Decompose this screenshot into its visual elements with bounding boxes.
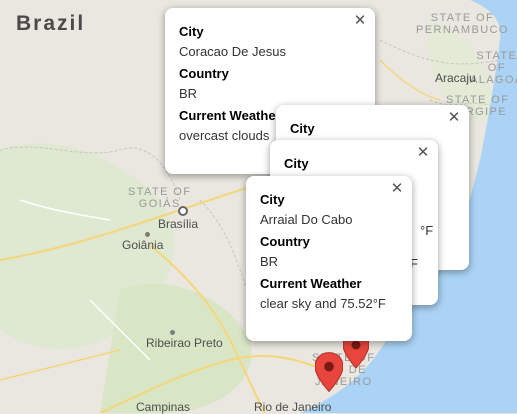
close-icon[interactable]: ✕ [390,181,404,196]
close-icon[interactable]: ✕ [353,13,367,28]
city-dot-ribeirao-preto [170,330,175,335]
close-icon[interactable]: ✕ [447,110,461,125]
city-label-rio-de-janeiro: Rio de Janeiro [254,400,332,414]
city-value: Coracao De Jesus [179,44,286,59]
map-marker-pin[interactable] [315,352,343,392]
country-value: BR [260,254,279,269]
city-heading: City [284,156,309,171]
city-heading: City [260,192,285,207]
region-label-pernambuco: STATE OF PERNAMBUCO [416,12,509,36]
city-value: Arraial Do Cabo [260,212,353,227]
close-icon[interactable]: ✕ [416,145,430,160]
city-label-ribeirao-preto: Ribeirao Preto [146,336,223,350]
city-heading: City [179,24,204,39]
city-label-campinas: Campinas [136,400,191,414]
city-label-aracaju: Aracaju [435,71,476,85]
country-heading: Country [260,234,310,249]
city-heading: City [290,121,315,136]
country-heading: Country [179,66,229,81]
weather-value: clear sky and 75.52°F [260,296,386,311]
city-label-goiania: Goiânia [122,238,164,252]
region-label-alagoas: STATE OF ALAGOA [470,50,517,86]
country-label: Brazil [16,12,86,35]
weather-value-fragment: °F [420,223,434,238]
info-window: ✕ City Arraial Do Cabo Country BR Curren… [246,176,412,341]
country-value: BR [179,86,198,101]
capital-dot-brasilia [178,206,188,216]
weather-heading: Current Weather [260,276,362,291]
city-label-brasilia: Brasília [158,217,199,231]
city-dot-goiania [145,232,150,237]
